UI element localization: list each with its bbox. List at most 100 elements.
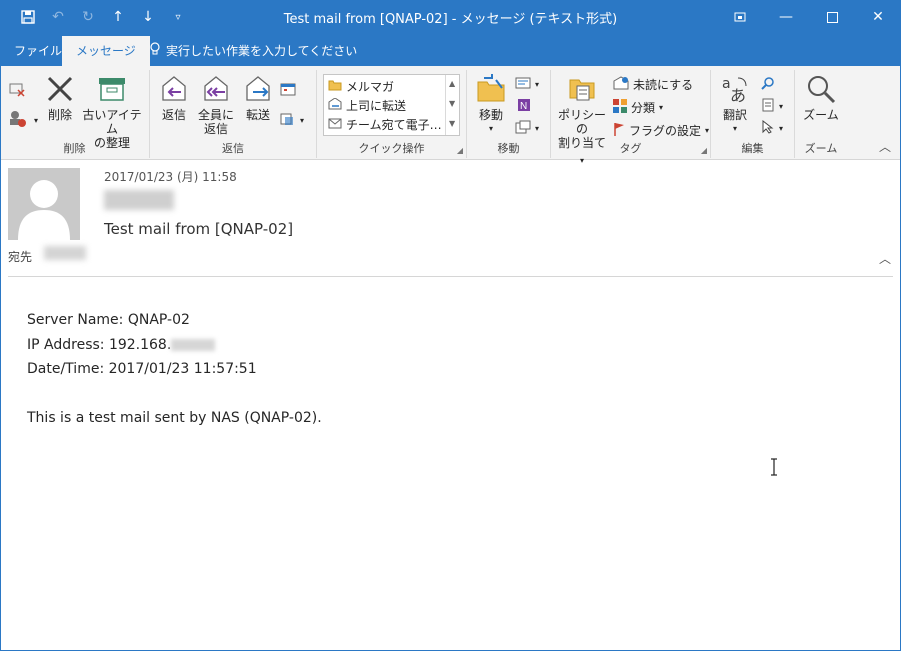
maximize-icon[interactable] bbox=[809, 0, 855, 34]
quick-step-item[interactable]: チーム宛て電子… bbox=[328, 116, 442, 133]
zoom-label: ズーム bbox=[803, 108, 839, 122]
reply-icon bbox=[159, 74, 189, 104]
move-button[interactable]: 移動 ▾ bbox=[473, 74, 509, 136]
archive-button[interactable]: 古いアイテム の整理 bbox=[80, 74, 144, 150]
translate-icon: aあ bbox=[720, 74, 750, 105]
forward-button[interactable]: 転送 bbox=[242, 74, 274, 122]
tab-message[interactable]: メッセージ bbox=[62, 36, 150, 66]
collapse-header-icon[interactable]: ︿ bbox=[879, 250, 891, 267]
more-respond-button[interactable]: ▾ bbox=[280, 112, 304, 129]
svg-text:N: N bbox=[520, 101, 527, 112]
sent-datetime: 2017/01/23 (月) 11:58 bbox=[104, 170, 237, 184]
categorize-button[interactable]: 分類 ▾ bbox=[613, 99, 663, 116]
tell-me-box[interactable]: 実行したい作業を入力してください bbox=[150, 42, 357, 59]
group-tags: ポリシーの 割り当て ▾ 未読にする 分類 ▾ フラグの設定 ▾ タグ ◢ bbox=[551, 70, 711, 165]
rules-icon bbox=[515, 76, 531, 93]
collapse-ribbon-icon[interactable]: ︿ bbox=[879, 138, 891, 155]
followup-label: フラグの設定 bbox=[629, 124, 702, 138]
onenote-icon: N bbox=[515, 98, 531, 115]
to-label: 宛先 bbox=[8, 250, 33, 264]
meeting-button[interactable] bbox=[280, 82, 296, 99]
quick-step-item[interactable]: メルマガ bbox=[328, 78, 394, 95]
group-move: 移動 ▾ ▾ N ▾ 移動 bbox=[467, 70, 551, 158]
move-label: 移動 bbox=[478, 108, 503, 122]
mail-icon bbox=[328, 117, 342, 132]
delete-icon bbox=[45, 74, 75, 104]
related-button[interactable]: ▾ bbox=[761, 98, 783, 115]
zoom-icon bbox=[806, 74, 836, 104]
forward-mail-icon bbox=[328, 97, 342, 113]
zoom-button[interactable]: ズーム bbox=[803, 74, 839, 122]
find-button[interactable] bbox=[761, 76, 775, 93]
unread-label: 未読にする bbox=[633, 78, 694, 92]
body-ip-line: IP Address: 192.168. bbox=[27, 333, 322, 358]
sender-name-redacted bbox=[104, 190, 174, 210]
message-subject: Test mail from [QNAP-02] bbox=[104, 220, 294, 238]
quick-step-item[interactable]: 上司に転送 bbox=[328, 97, 406, 114]
unread-button[interactable]: 未読にする bbox=[613, 76, 693, 93]
policy-label-1: ポリシーの bbox=[557, 108, 606, 136]
flag-icon bbox=[613, 122, 625, 139]
reply-all-button[interactable]: 全員に 返信 bbox=[196, 74, 236, 136]
body-ip-prefix: IP Address: 192.168. bbox=[27, 336, 172, 353]
restore-icon[interactable] bbox=[717, 0, 763, 34]
gallery-scrollbar[interactable]: ▲ ▼ ▼ bbox=[445, 75, 459, 135]
dialog-launcher-icon[interactable]: ◢ bbox=[701, 146, 707, 155]
body-server-line: Server Name: QNAP-02 bbox=[27, 312, 190, 328]
onenote-button[interactable]: N bbox=[515, 98, 531, 115]
group-respond: 返信 全員に 返信 転送 ▾ 返信 bbox=[150, 70, 317, 158]
find-icon bbox=[761, 76, 775, 93]
reply-button[interactable]: 返信 bbox=[158, 74, 190, 122]
categorize-label: 分類 bbox=[631, 101, 656, 115]
close-icon[interactable]: ✕ bbox=[855, 0, 901, 34]
group-quick-steps: メルマガ 上司に転送 チーム宛て電子… ▲ ▼ ▼ クイック操作 ◢ bbox=[317, 70, 467, 158]
categorize-icon bbox=[613, 99, 627, 116]
reply-all-label-2: 返信 bbox=[203, 122, 228, 136]
group-editing-label: 編集 bbox=[741, 142, 764, 155]
minimize-icon[interactable]: — bbox=[763, 0, 809, 34]
translate-button[interactable]: aあ 翻訳 ▾ bbox=[717, 74, 753, 136]
group-quick-steps-label: クイック操作 bbox=[358, 142, 425, 155]
dialog-launcher-icon[interactable]: ◢ bbox=[457, 146, 463, 155]
meeting-icon bbox=[280, 82, 296, 99]
group-respond-label: 返信 bbox=[222, 142, 244, 155]
lightbulb-icon bbox=[150, 42, 160, 59]
message-body[interactable]: Server Name: QNAP-02 IP Address: 192.168… bbox=[27, 308, 322, 431]
delete-label: 削除 bbox=[47, 108, 72, 122]
delete-button[interactable]: 削除 bbox=[44, 74, 76, 122]
quick-steps-gallery: メルマガ 上司に転送 チーム宛て電子… ▲ ▼ ▼ bbox=[323, 74, 460, 136]
group-editing: aあ 翻訳 ▾ ▾ ▾ 編集 bbox=[711, 70, 795, 158]
more-respond-icon bbox=[280, 112, 296, 129]
group-move-label: 移動 bbox=[497, 142, 520, 155]
ribbon-tab-bar: ファイル メッセージ 実行したい作業を入力してください bbox=[0, 34, 901, 66]
ignore-icon bbox=[8, 80, 26, 101]
group-zoom: ズーム ズーム bbox=[795, 70, 847, 158]
archive-label-1: 古いアイテム bbox=[82, 108, 142, 136]
actions-button[interactable]: ▾ bbox=[515, 120, 539, 137]
unread-icon bbox=[613, 76, 629, 93]
select-icon bbox=[761, 119, 775, 137]
rules-button[interactable]: ▾ bbox=[515, 76, 539, 93]
forward-label: 転送 bbox=[245, 108, 270, 122]
group-tags-label: タグ bbox=[619, 142, 642, 155]
move-icon bbox=[476, 74, 506, 104]
archive-icon bbox=[97, 74, 127, 104]
ignore-button[interactable] bbox=[8, 80, 26, 101]
reply-all-icon bbox=[201, 74, 231, 104]
select-button[interactable]: ▾ bbox=[761, 119, 783, 137]
body-datetime-line: Date/Time: 2017/01/23 11:57:51 bbox=[27, 361, 257, 377]
group-zoom-label: ズーム bbox=[804, 142, 838, 155]
junk-button[interactable]: ▾ bbox=[8, 110, 38, 131]
header-divider bbox=[8, 276, 893, 277]
followup-button[interactable]: フラグの設定 ▾ bbox=[613, 122, 709, 139]
policy-icon bbox=[567, 74, 597, 104]
quick-step-label: メルマガ bbox=[346, 80, 395, 94]
group-delete-label: 削除 bbox=[63, 142, 86, 155]
ibeam-cursor bbox=[770, 458, 778, 480]
forward-icon bbox=[243, 74, 273, 104]
related-icon bbox=[761, 98, 775, 115]
reply-all-label-1: 全員に bbox=[197, 108, 234, 122]
body-blank-line bbox=[27, 382, 322, 407]
tell-me-text: 実行したい作業を入力してください bbox=[166, 44, 358, 58]
recipient-redacted bbox=[44, 246, 86, 260]
